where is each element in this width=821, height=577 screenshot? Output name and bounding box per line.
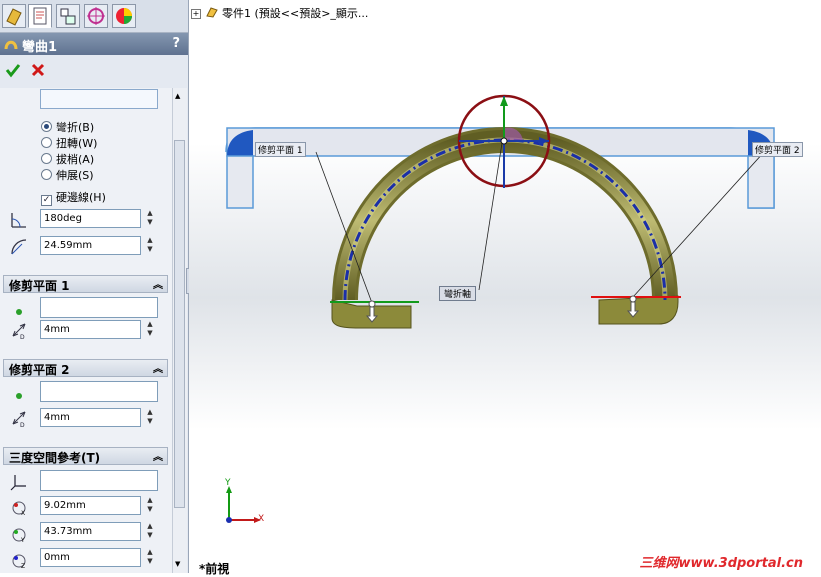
x-location-input[interactable]: 9.02mm — [40, 496, 141, 515]
collapse-chevron-icon: ︽ — [153, 452, 163, 463]
triad-header[interactable]: 三度空間參考(T) ︽ — [3, 447, 168, 465]
angle-icon — [11, 213, 26, 228]
z-location-input[interactable]: 0mm — [40, 548, 141, 567]
y-location-input[interactable]: 43.73mm — [40, 522, 141, 541]
trim-plane-1-label[interactable]: 修剪平面 1 — [255, 142, 306, 157]
help-button[interactable]: ? — [172, 36, 180, 51]
trim-plane-1-header[interactable]: 修剪平面 1 ︽ — [3, 275, 168, 293]
flex-input-bodies-box[interactable] — [40, 89, 158, 109]
hard-edges-label: 硬邊線(H) — [56, 191, 106, 204]
axis-indicator — [226, 486, 261, 523]
radio-icon — [41, 137, 52, 148]
taper-label: 拔梢(A) — [56, 153, 95, 166]
cancel-button[interactable] — [30, 62, 46, 78]
angle-input[interactable]: 180deg — [40, 209, 141, 228]
radius-icon — [11, 239, 27, 255]
svg-text:D: D — [20, 422, 25, 428]
trim-plane-1-title: 修剪平面 1 — [9, 279, 70, 293]
scroll-down-arrow-icon[interactable]: ▼ — [175, 560, 180, 568]
taper-option[interactable]: 拔梢(A) — [41, 151, 95, 166]
radius-input[interactable]: 24.59mm — [40, 236, 141, 255]
x-location-icon: X — [12, 501, 26, 517]
triad-reference-icon — [10, 475, 26, 491]
distance-icon: D — [12, 323, 26, 340]
svg-text:D: D — [20, 334, 25, 340]
trim-plane-2-header[interactable]: 修剪平面 2 ︽ — [3, 359, 168, 377]
ok-button[interactable] — [5, 62, 21, 78]
appearance-icon — [116, 8, 132, 24]
svg-text:Z: Z — [21, 563, 25, 570]
radio-icon — [41, 169, 52, 180]
angle-spinner[interactable]: ▲ ▼ — [145, 209, 155, 228]
property-manager-panel: 彎曲1 ? 彎折(B) 扭轉(W) 拔梢(A) 伸展(S) ✓ 硬邊線(H) 18… — [0, 0, 189, 573]
appearance-manager-tab[interactable] — [112, 4, 136, 28]
collapse-chevron-icon: ︽ — [153, 364, 163, 375]
feature-tree-icon — [6, 8, 22, 26]
trim-plane-1-reference-box[interactable] — [40, 297, 158, 318]
scroll-up-arrow-icon[interactable]: ▲ — [175, 92, 180, 100]
feature-title: 彎曲1 — [22, 40, 58, 55]
trim-plane-1-distance-spinner[interactable]: ▲ ▼ — [145, 320, 155, 339]
flex-feature-icon — [4, 40, 18, 50]
vertex-icon — [16, 309, 22, 315]
distance-icon: D — [12, 411, 26, 428]
collapse-chevron-icon: ︽ — [153, 280, 163, 291]
ok-cancel-bar — [0, 56, 188, 86]
property-manager-tab[interactable] — [28, 4, 52, 28]
bend-option[interactable]: 彎折(B) — [41, 119, 95, 134]
vertex-icon — [16, 393, 22, 399]
bend-label: 彎折(B) — [56, 121, 95, 134]
options-scroll-pane: 彎折(B) 扭轉(W) 拔梢(A) 伸展(S) ✓ 硬邊線(H) 180deg ▲… — [0, 88, 172, 573]
trim-plane-2-distance-input[interactable]: 4mm — [40, 408, 141, 427]
trim-plane-2-title: 修剪平面 2 — [9, 363, 70, 377]
radius-spinner[interactable]: ▲ ▼ — [145, 236, 155, 255]
z-location-icon: Z — [12, 554, 26, 570]
vertical-scrollbar[interactable]: ▲ ▼ — [172, 88, 187, 573]
scrollbar-thumb[interactable] — [174, 140, 185, 508]
z-location-spinner[interactable]: ▲ ▼ — [145, 548, 155, 567]
twist-label: 扭轉(W) — [56, 137, 98, 150]
bend-axis-label[interactable]: 彎折軸 — [439, 286, 477, 301]
checkmark-icon: ✓ — [41, 195, 52, 206]
svg-text:X: X — [21, 510, 25, 517]
watermark: 三维网www.3dportal.cn — [639, 556, 803, 571]
feature-manager-tab[interactable] — [2, 4, 26, 28]
trim-plane-2-label[interactable]: 修剪平面 2 — [752, 142, 803, 157]
manager-tabs — [0, 0, 188, 33]
radio-icon — [41, 153, 52, 164]
trim-plane-1-distance-input[interactable]: 4mm — [40, 320, 141, 339]
feature-title-bar: 彎曲1 ? — [0, 33, 188, 55]
x-axis-label: X — [258, 514, 265, 524]
x-location-spinner[interactable]: ▲ ▼ — [145, 496, 155, 515]
y-axis-label: Y — [225, 478, 231, 488]
flex-triad[interactable] — [457, 94, 551, 188]
hard-edges-checkbox[interactable]: ✓ 硬邊線(H) — [41, 189, 106, 206]
trim-plane-2-reference-box[interactable] — [40, 381, 158, 402]
dimxpert-icon — [87, 7, 105, 25]
stretch-label: 伸展(S) — [56, 169, 94, 182]
model-scene — [225, 94, 775, 523]
twist-option[interactable]: 扭轉(W) — [41, 135, 98, 150]
triad-reference-box[interactable] — [40, 470, 158, 491]
svg-text:Y: Y — [20, 537, 25, 544]
radio-icon — [41, 121, 52, 132]
view-orientation-label: *前視 — [199, 562, 230, 576]
configuration-manager-tab[interactable] — [56, 4, 80, 28]
y-location-spinner[interactable]: ▲ ▼ — [145, 522, 155, 541]
triad-title: 三度空間參考(T) — [9, 451, 101, 465]
configuration-icon — [60, 8, 76, 25]
stretch-option[interactable]: 伸展(S) — [41, 167, 94, 182]
trim-plane-2-distance-spinner[interactable]: ▲ ▼ — [145, 408, 155, 427]
graphics-viewport[interactable]: + 零件1 (預設<<預設>_顯示... 修剪平面 1 修剪平面 2 彎折軸 Y… — [189, 0, 821, 576]
dimxpert-manager-tab[interactable] — [84, 4, 108, 28]
property-icon — [33, 7, 47, 25]
y-location-icon: Y — [12, 528, 26, 544]
